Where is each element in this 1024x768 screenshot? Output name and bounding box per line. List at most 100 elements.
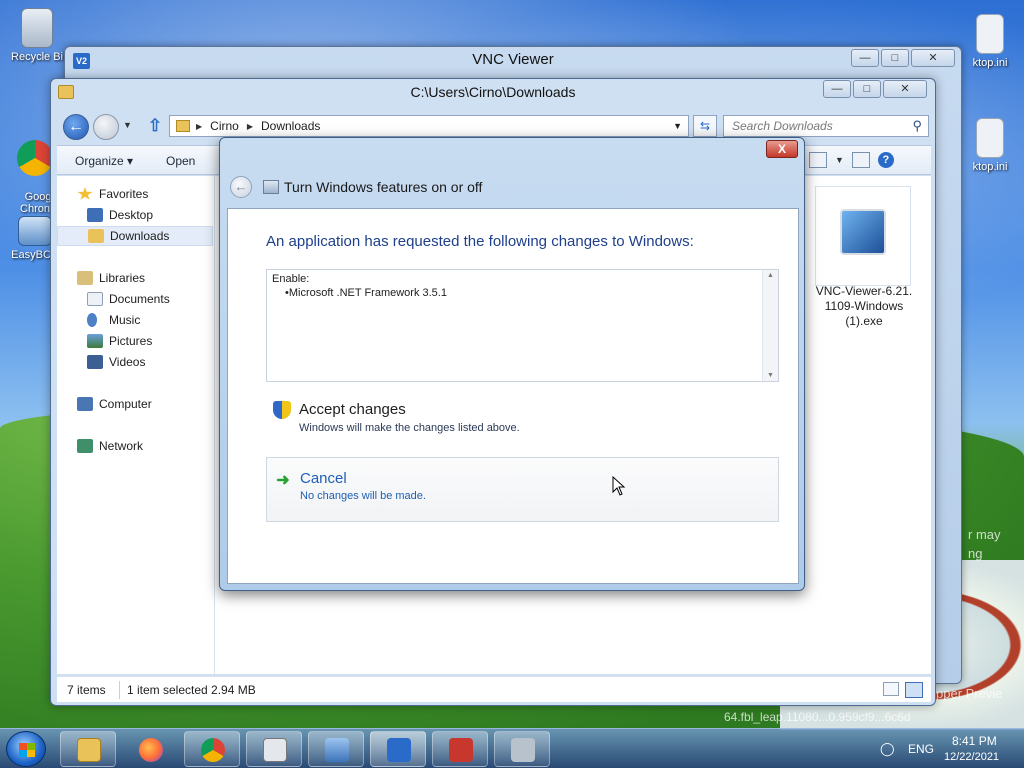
taskbar-setup[interactable] — [494, 731, 550, 767]
changes-list[interactable]: Enable: •Microsoft .NET Framework 3.5.1 … — [266, 269, 779, 382]
scroll-up-icon[interactable]: ▲ — [767, 272, 774, 279]
file-name[interactable]: VNC-Viewer-6.21. 1109-Windows (1).exe — [805, 284, 923, 329]
scroll-down-icon[interactable]: ▼ — [767, 372, 774, 379]
help-icon[interactable]: ? — [877, 152, 894, 168]
view-options-icon[interactable] — [809, 152, 827, 168]
nav-label: Downloads — [110, 229, 170, 243]
taskbar-toolbox[interactable] — [432, 731, 488, 767]
music-icon — [87, 313, 97, 327]
nav-label: Desktop — [109, 208, 154, 222]
window-title: C:\Users\Cirno\Downloads — [410, 84, 576, 100]
build-watermark: pper Previe — [936, 686, 1003, 701]
nav-desktop[interactable]: Desktop — [87, 205, 153, 225]
star-icon — [77, 187, 93, 200]
network-icon — [77, 439, 93, 453]
refresh-button[interactable]: ⇆ — [693, 115, 717, 137]
settings-file-icon — [976, 118, 1004, 158]
nav-label: Network — [99, 439, 144, 453]
pictures-icon — [87, 334, 103, 348]
nav-downloads[interactable]: Downloads — [57, 226, 213, 246]
windows-features-dialog[interactable]: X ← Turn Windows features on or off An a… — [219, 137, 805, 591]
nav-videos[interactable]: Videos — [87, 352, 145, 372]
chevron-right-icon[interactable]: ▶ — [196, 122, 202, 131]
windows-logo-icon — [19, 743, 35, 757]
settings-file-icon — [976, 14, 1004, 54]
taskbar-vnc-viewer[interactable] — [370, 731, 426, 767]
computer-icon — [18, 216, 52, 246]
nav-documents[interactable]: Documents — [87, 289, 170, 309]
close-button[interactable]: ✕ — [911, 49, 955, 67]
breadcrumb-cirno[interactable]: Cirno — [210, 119, 239, 133]
organize-button[interactable]: Organize ▾ — [75, 154, 133, 168]
maximize-button[interactable]: □ — [853, 80, 881, 98]
recent-pages-dropdown[interactable]: ▼ — [123, 120, 133, 130]
taskbar-chrome[interactable] — [184, 731, 240, 767]
changes-label: Enable: — [272, 273, 310, 285]
chrome-icon — [17, 140, 53, 176]
preview-pane-icon[interactable] — [851, 152, 870, 168]
clock-date[interactable]: 12/22/2021 — [944, 751, 999, 763]
firefox-icon — [139, 738, 163, 762]
open-button[interactable]: Open — [166, 154, 195, 168]
videos-icon — [87, 355, 103, 369]
chevron-right-icon[interactable]: ▶ — [247, 122, 253, 131]
desktop-icon — [87, 208, 103, 222]
chevron-down-icon[interactable]: ▼ — [835, 152, 844, 168]
nav-favorites[interactable]: Favorites — [77, 184, 148, 204]
network-tray-icon[interactable]: ◯ — [880, 741, 895, 757]
scrollbar[interactable]: ▲ ▼ — [762, 270, 778, 381]
desktop-icon-recycle-bin[interactable]: Recycle Bi — [2, 8, 72, 63]
maximize-button[interactable]: □ — [881, 49, 909, 67]
nav-network[interactable]: Network — [77, 436, 143, 456]
taskbar-explorer[interactable] — [60, 731, 116, 767]
address-bar[interactable]: ▶ Cirno ▶ Downloads ▼ — [169, 115, 689, 137]
desktop-icon-ini-1[interactable]: ktop.ini — [955, 14, 1024, 69]
nav-computer[interactable]: Computer — [77, 394, 152, 414]
media-icon — [263, 738, 287, 762]
clock-time[interactable]: 8:41 PM — [952, 734, 997, 748]
organize-label: Organize — [75, 154, 124, 168]
start-button[interactable] — [6, 731, 46, 767]
caption-buttons: — □ ✕ — [823, 80, 927, 98]
nav-label: Computer — [99, 397, 152, 411]
forward-button[interactable] — [93, 114, 119, 140]
cancel-button[interactable]: ➜ Cancel No changes will be made. — [266, 457, 779, 522]
taskbar-control-panel[interactable] — [308, 731, 364, 767]
accept-changes-button[interactable]: Accept changes Windows will make the cha… — [266, 397, 779, 437]
navigation-pane: Favorites Desktop Downloads Libraries Do… — [57, 176, 215, 674]
minimize-button[interactable]: — — [823, 80, 851, 98]
close-button[interactable]: ✕ — [883, 80, 927, 98]
option-title: Cancel — [300, 470, 347, 487]
details-view-icon[interactable] — [883, 682, 899, 696]
status-divider — [119, 681, 120, 699]
taskbar-firefox[interactable] — [122, 731, 178, 767]
file-item-vnc-installer[interactable] — [815, 186, 911, 286]
computer-icon — [77, 397, 93, 411]
documents-icon — [87, 292, 103, 306]
build-watermark: 64.fbl_leap.11080...0.959cf9...6c6d — [724, 710, 911, 724]
large-icons-view-icon[interactable] — [905, 682, 923, 698]
search-input[interactable]: Search Downloads ⚲ — [723, 115, 929, 137]
up-arrow-icon[interactable]: ⇧ — [145, 116, 165, 136]
vnc-icon — [387, 738, 411, 762]
chevron-down-icon[interactable]: ▼ — [673, 121, 682, 131]
status-bar: 7 items 1 item selected 2.94 MB — [57, 676, 931, 702]
nav-libraries[interactable]: Libraries — [77, 268, 145, 288]
minimize-button[interactable]: — — [851, 49, 879, 67]
windows-features-icon — [263, 180, 279, 194]
back-button[interactable]: ← — [230, 176, 252, 198]
dialog-body: An application has requested the followi… — [227, 208, 799, 584]
wallpaper-text: ng — [968, 546, 983, 561]
desktop-icon-ini-2[interactable]: ktop.ini — [955, 118, 1024, 173]
taskbar-media[interactable] — [246, 731, 302, 767]
desktop-icon-label: ktop.ini — [972, 57, 1008, 69]
option-subtitle: No changes will be made. — [300, 490, 426, 502]
close-button[interactable]: X — [766, 140, 798, 158]
back-button[interactable]: ← — [63, 114, 89, 140]
language-indicator[interactable]: ENG — [908, 742, 934, 756]
breadcrumb-downloads[interactable]: Downloads — [261, 119, 320, 133]
selection-info: 1 item selected 2.94 MB — [127, 683, 256, 697]
nav-music[interactable]: Music — [87, 310, 140, 330]
nav-pictures[interactable]: Pictures — [87, 331, 152, 351]
desktop-icon-label: Recycle Bi — [11, 51, 63, 63]
